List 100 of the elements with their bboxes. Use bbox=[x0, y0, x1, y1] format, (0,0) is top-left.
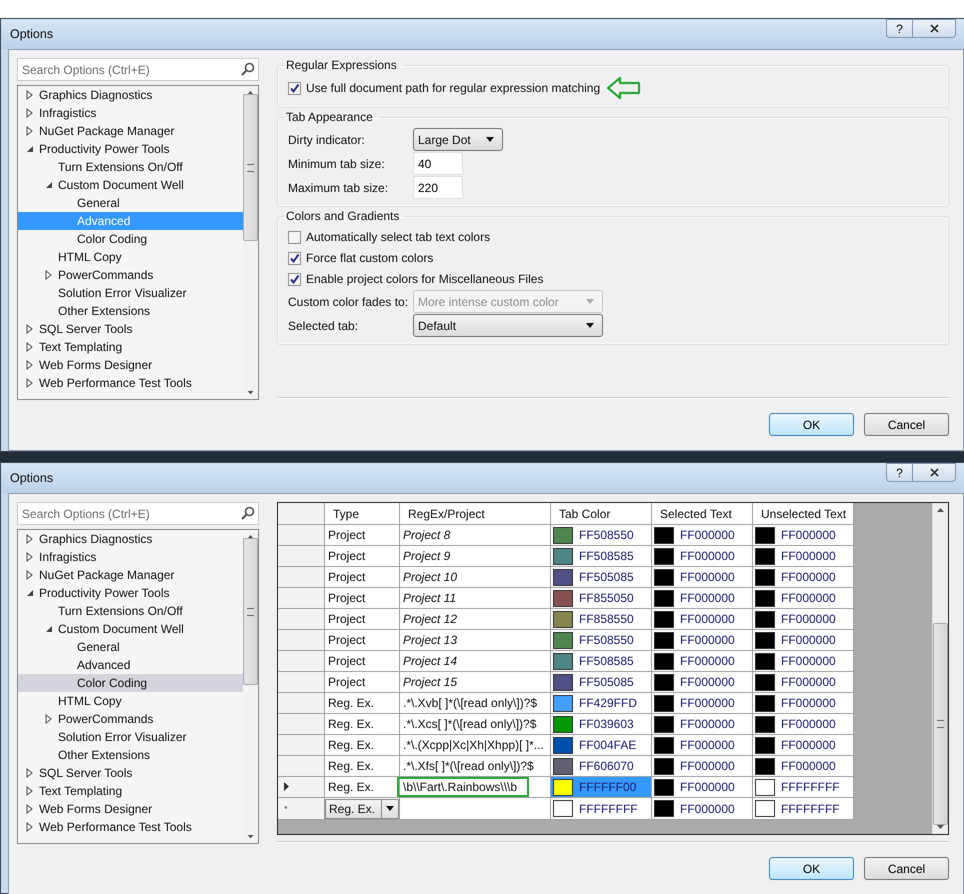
table-cell: Project 10 bbox=[400, 566, 550, 588]
expand-arrow-icon[interactable] bbox=[26, 570, 33, 580]
dialog-button[interactable]: Cancel bbox=[864, 857, 949, 880]
table-cell: Project bbox=[324, 630, 400, 650]
tree-item[interactable]: Solution Error Visualizer bbox=[18, 284, 243, 302]
expand-arrow-icon[interactable] bbox=[26, 342, 33, 352]
collapse-arrow-icon[interactable] bbox=[45, 625, 53, 633]
tree-item[interactable]: Graphics Diagnostics bbox=[18, 86, 243, 104]
color-code: FF000000 bbox=[781, 674, 836, 691]
tree-item[interactable]: Custom Document Well bbox=[18, 620, 243, 638]
expand-arrow-icon[interactable] bbox=[26, 324, 33, 334]
checkbox-label[interactable]: Use full document path for regular expression matching bbox=[306, 81, 600, 95]
window-title: Options bbox=[10, 26, 54, 43]
scroll-down-icon[interactable] bbox=[247, 390, 254, 394]
tree-item[interactable]: HTML Copy bbox=[18, 692, 243, 710]
tree-item[interactable]: Infragistics bbox=[18, 104, 243, 122]
help-button[interactable]: ? bbox=[886, 463, 912, 482]
color-code: FF858550 bbox=[579, 611, 634, 628]
tree-item[interactable]: Text Templating bbox=[18, 338, 243, 356]
expand-arrow-icon[interactable] bbox=[26, 126, 33, 136]
tree-item[interactable]: PowerCommands bbox=[18, 710, 243, 728]
expand-arrow-icon[interactable] bbox=[26, 822, 33, 832]
table-cell: Reg. Ex. bbox=[324, 692, 400, 714]
table-cell: Project 12 bbox=[400, 608, 550, 630]
dropdown[interactable]: Default bbox=[413, 314, 603, 337]
expand-arrow-icon[interactable] bbox=[26, 90, 33, 100]
dropdown[interactable]: Reg. Ex. bbox=[325, 798, 399, 818]
tree-item[interactable]: SQL Server Tools bbox=[18, 320, 243, 338]
close-button[interactable] bbox=[912, 19, 956, 38]
expand-arrow-icon[interactable] bbox=[26, 534, 33, 544]
tree-item[interactable]: Turn Extensions On/Off bbox=[18, 602, 243, 620]
search-field[interactable]: Search Options (Ctrl+E) bbox=[17, 58, 259, 81]
collapse-arrow-icon[interactable] bbox=[26, 145, 34, 153]
scroll-down-icon[interactable] bbox=[247, 834, 254, 838]
column-header[interactable]: RegEx/Project bbox=[400, 503, 550, 524]
new-row-marker: * bbox=[284, 804, 288, 814]
column-header[interactable]: Type bbox=[324, 503, 400, 524]
expand-arrow-icon[interactable] bbox=[45, 270, 52, 280]
tree-item[interactable]: HTML Copy bbox=[18, 248, 243, 266]
text-field[interactable]: 220 bbox=[413, 176, 463, 199]
checkbox-label[interactable]: Automatically select tab text colors bbox=[306, 230, 490, 244]
expand-arrow-icon[interactable] bbox=[26, 804, 33, 814]
tree-item[interactable]: Color Coding bbox=[18, 674, 243, 692]
collapse-arrow-icon[interactable] bbox=[26, 589, 34, 597]
expand-arrow-icon[interactable] bbox=[45, 714, 52, 724]
tree-item[interactable]: Web Performance Test Tools bbox=[18, 374, 243, 392]
table-cell: Project bbox=[324, 672, 400, 692]
tree-item[interactable]: Graphics Diagnostics bbox=[18, 530, 243, 548]
close-button[interactable] bbox=[912, 463, 956, 482]
tree-item[interactable]: NuGet Package Manager bbox=[18, 122, 243, 140]
checkbox-label[interactable]: Enable project colors for Miscellaneous Files bbox=[306, 272, 544, 286]
tree-item[interactable]: Solution Error Visualizer bbox=[18, 728, 243, 746]
table-cell: Project bbox=[324, 650, 400, 672]
scroll-up-icon[interactable] bbox=[937, 508, 944, 512]
tree-item[interactable]: Other Extensions bbox=[18, 746, 243, 764]
tree-item[interactable]: NuGet Package Manager bbox=[18, 566, 243, 584]
collapse-arrow-icon[interactable] bbox=[45, 181, 53, 189]
dialog-button[interactable]: OK bbox=[769, 857, 854, 880]
tree-item[interactable]: Web Forms Designer bbox=[18, 356, 243, 374]
checkbox[interactable] bbox=[288, 252, 301, 264]
color-code: FF000000 bbox=[781, 695, 836, 712]
dialog-button[interactable]: Cancel bbox=[864, 413, 949, 436]
text-field[interactable]: 40 bbox=[413, 152, 463, 175]
tree-item[interactable]: Other Extensions bbox=[18, 302, 243, 320]
tree-item[interactable]: Advanced bbox=[18, 656, 243, 674]
table-cell: .*\.Xvb[ ]*(\[read only\])?$ bbox=[400, 692, 550, 714]
expand-arrow-icon[interactable] bbox=[26, 768, 33, 778]
expand-arrow-icon[interactable] bbox=[26, 360, 33, 370]
expand-arrow-icon[interactable] bbox=[26, 378, 33, 388]
expand-arrow-icon[interactable] bbox=[26, 552, 33, 562]
table-cell: Project 14 bbox=[400, 650, 550, 672]
tree-item[interactable]: Web Forms Designer bbox=[18, 800, 243, 818]
tree-item[interactable]: Infragistics bbox=[18, 548, 243, 566]
scrollbar[interactable] bbox=[932, 503, 948, 834]
tree-item[interactable]: SQL Server Tools bbox=[18, 764, 243, 782]
dropdown[interactable]: Large Dot bbox=[413, 128, 503, 151]
tree-item[interactable]: General bbox=[18, 194, 243, 212]
help-button[interactable]: ? bbox=[886, 19, 912, 38]
checkbox[interactable] bbox=[288, 272, 301, 286]
checkbox[interactable] bbox=[288, 82, 301, 94]
column-header[interactable]: Unselected Text bbox=[752, 503, 854, 524]
tree-item[interactable]: Web Performance Test Tools bbox=[18, 818, 243, 836]
tree-item[interactable]: Color Coding bbox=[18, 230, 243, 248]
tree-item[interactable]: Custom Document Well bbox=[18, 176, 243, 194]
tree-item[interactable]: Turn Extensions On/Off bbox=[18, 158, 243, 176]
column-header[interactable]: Tab Color bbox=[550, 503, 652, 524]
dialog-button[interactable]: OK bbox=[769, 413, 854, 436]
tree-item[interactable]: Productivity Power Tools bbox=[18, 140, 243, 158]
tree-item[interactable]: Productivity Power Tools bbox=[18, 584, 243, 602]
tree-item[interactable]: Text Templating bbox=[18, 782, 243, 800]
expand-arrow-icon[interactable] bbox=[26, 108, 33, 118]
checkbox-label[interactable]: Force flat custom colors bbox=[306, 251, 434, 265]
color-code: FFFFFF00 bbox=[579, 779, 636, 796]
tree-item[interactable]: General bbox=[18, 638, 243, 656]
checkbox[interactable] bbox=[288, 230, 301, 244]
column-header[interactable]: Selected Text bbox=[652, 503, 752, 524]
expand-arrow-icon[interactable] bbox=[26, 786, 33, 796]
tree-item[interactable]: PowerCommands bbox=[18, 266, 243, 284]
search-icon bbox=[241, 506, 255, 520]
search-field[interactable]: Search Options (Ctrl+E) bbox=[17, 502, 259, 525]
